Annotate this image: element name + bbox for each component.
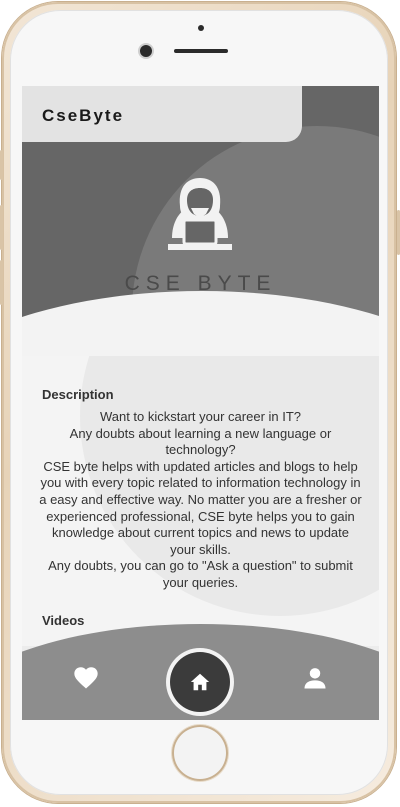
side-button <box>0 150 3 180</box>
videos-heading: Videos <box>42 613 85 628</box>
hardware-home-button[interactable] <box>172 725 228 781</box>
front-camera <box>140 45 152 57</box>
description-heading: Description <box>42 387 114 402</box>
side-button <box>0 260 3 305</box>
app-title: CseByte <box>42 106 125 125</box>
brand-wordmark: CSE BYTE <box>124 272 277 295</box>
title-bar: CseByte <box>22 86 302 142</box>
hacker-logo-icon <box>168 178 232 250</box>
heart-icon[interactable] <box>72 664 100 692</box>
app-screen: CseByte CSE BYTE Description Want to kic… <box>22 86 379 720</box>
side-button <box>0 205 3 250</box>
home-nav-button[interactable] <box>170 652 230 712</box>
description-body: Want to kickstart your career in IT? Any… <box>39 409 362 590</box>
person-icon[interactable] <box>301 664 329 692</box>
description-text: Want to kickstart your career in IT? Any… <box>38 409 363 592</box>
home-icon <box>190 673 210 691</box>
earpiece-speaker <box>174 49 228 53</box>
proximity-sensor <box>198 25 204 31</box>
